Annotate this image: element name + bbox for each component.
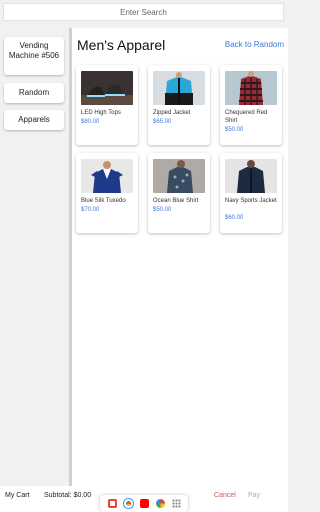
product-card[interactable]: Navy Sports Jacket $60.00 <box>220 153 282 233</box>
page-title: Men's Apparel <box>77 37 166 53</box>
product-price: $50.00 <box>225 127 244 133</box>
product-card[interactable]: Ocean Blue Shirt $50.00 <box>148 153 210 233</box>
product-price: $65.00 <box>153 119 172 125</box>
product-image <box>225 159 277 193</box>
youtube-icon[interactable] <box>140 499 149 508</box>
product-image <box>81 159 133 193</box>
product-price: $50.00 <box>153 207 172 213</box>
product-name: Chequered Red Shirt <box>225 110 268 124</box>
gmail-icon[interactable] <box>108 499 117 508</box>
product-card[interactable]: Chequered Red Shirt $50.00 <box>220 65 282 145</box>
product-price: $60.00 <box>225 215 244 221</box>
product-name: LED High Tops <box>81 110 121 116</box>
product-card[interactable]: LED High Tops $80.00 <box>76 65 138 145</box>
pay-button[interactable]: Pay <box>248 492 260 499</box>
cancel-button[interactable]: Cancel <box>214 492 236 499</box>
product-card[interactable]: Zipped Jacket $65.00 <box>148 65 210 145</box>
apps-grid-icon[interactable] <box>172 499 181 508</box>
product-image <box>225 71 277 105</box>
product-image <box>81 71 133 105</box>
sidebar-item-vending-machine[interactable]: Vending Machine #506 <box>4 37 64 75</box>
photos-icon[interactable] <box>156 499 165 508</box>
search-input[interactable]: Enter Search <box>3 3 284 21</box>
product-image <box>153 71 205 105</box>
product-name: Navy Sports Jacket <box>225 198 277 204</box>
back-to-random-link[interactable]: Back to Random <box>225 40 284 49</box>
product-name: Zipped Jacket <box>153 110 191 116</box>
sidebar-item-random[interactable]: Random <box>4 83 64 103</box>
app-dock <box>100 495 188 512</box>
sidebar-item-apparels[interactable]: Apparels <box>4 110 64 130</box>
chrome-icon[interactable] <box>124 499 133 508</box>
product-card[interactable]: Blue Silk Tuxedo $70.00 <box>76 153 138 233</box>
product-image <box>153 159 205 193</box>
product-price: $70.00 <box>81 207 100 213</box>
product-name: Blue Silk Tuxedo <box>81 198 126 204</box>
subtotal: Subtotal: $0.00 <box>44 492 92 499</box>
product-name: Ocean Blue Shirt <box>153 198 199 204</box>
cart-label[interactable]: My Cart <box>5 492 30 499</box>
product-price: $80.00 <box>81 119 100 125</box>
product-panel: Men's Apparel Back to Random LED High To… <box>72 28 288 486</box>
